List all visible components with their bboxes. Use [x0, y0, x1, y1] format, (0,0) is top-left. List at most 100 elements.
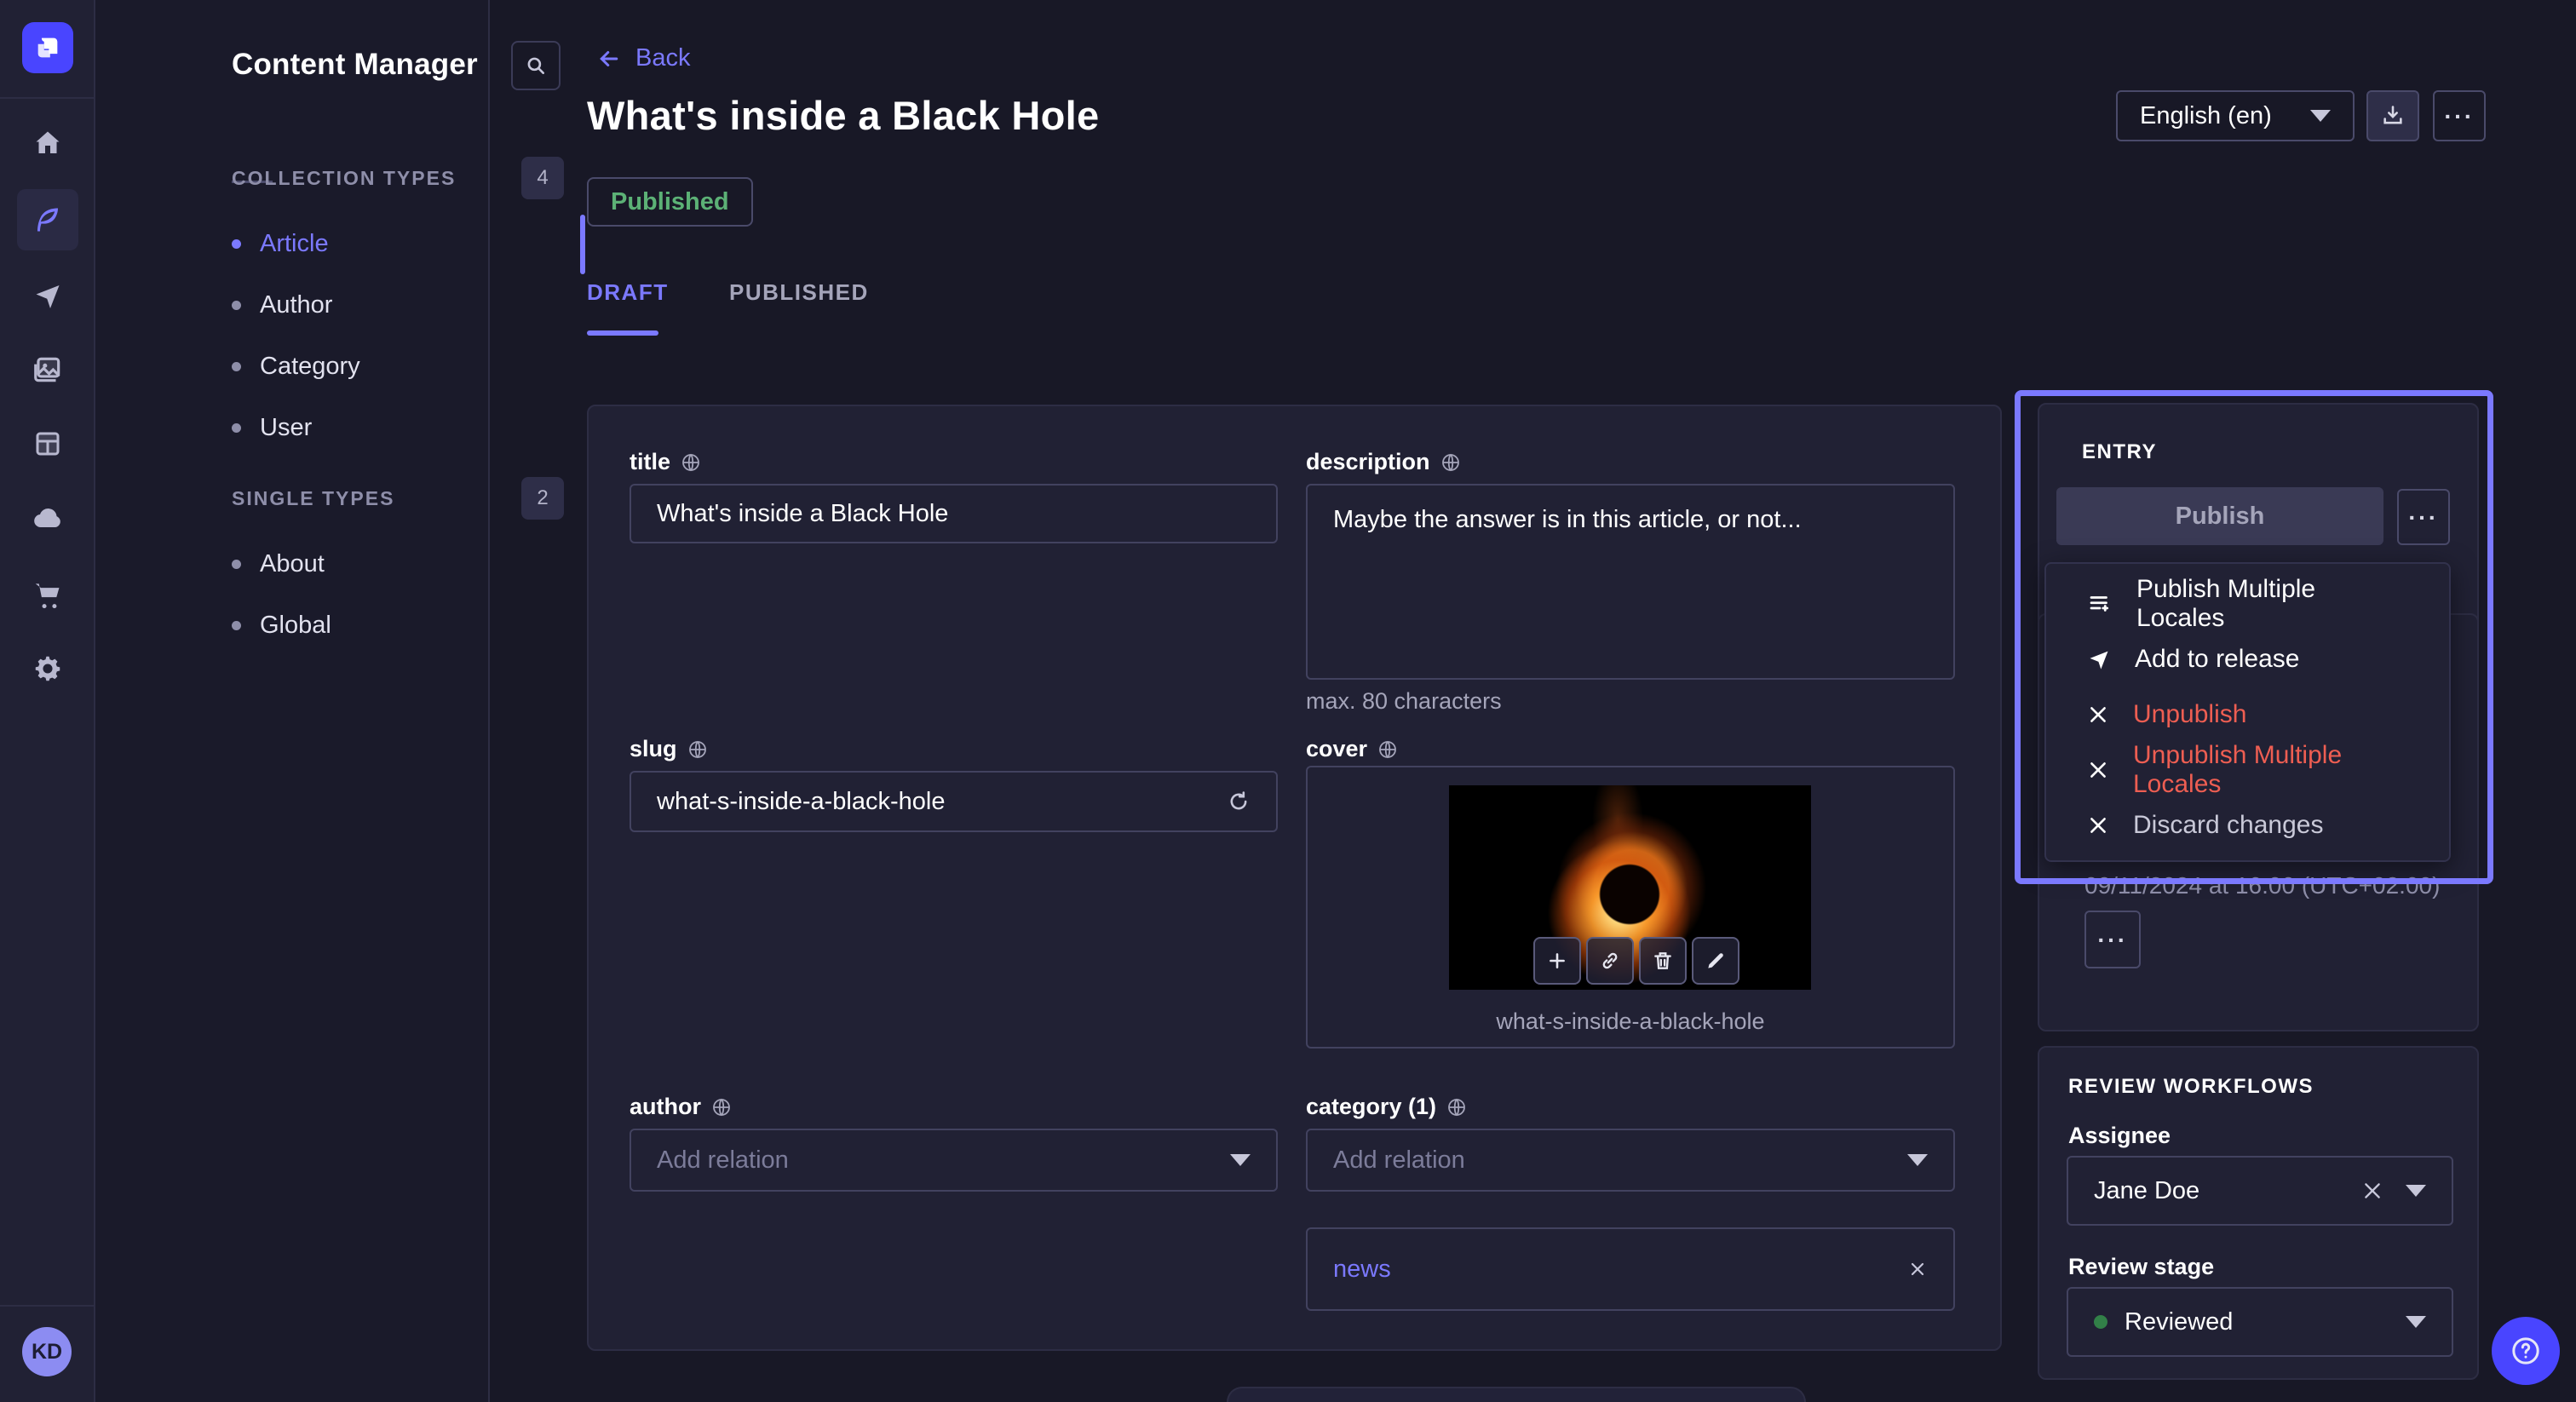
clear-assignee-icon[interactable] — [2361, 1180, 2383, 1202]
sidebar-item-global[interactable]: Global — [232, 601, 555, 649]
globe-icon — [687, 739, 708, 760]
chevron-down-icon — [2406, 1185, 2426, 1197]
tab-published[interactable]: PUBLISHED — [729, 279, 869, 306]
back-label: Back — [635, 44, 690, 72]
x-icon — [2087, 704, 2109, 726]
slug-field-label: slug — [630, 736, 708, 762]
remove-relation-icon[interactable] — [1907, 1259, 1928, 1279]
slug-input[interactable]: what-s-inside-a-black-hole — [630, 771, 1278, 832]
search-icon — [525, 55, 547, 77]
media-library-icon[interactable] — [0, 342, 95, 397]
review-stage-select[interactable]: Reviewed — [2067, 1287, 2453, 1357]
description-hint: max. 80 characters — [1306, 688, 1502, 715]
menu-item-publish-multiple-locales[interactable]: Publish Multiple Locales — [2046, 576, 2449, 631]
sidebar-item-category[interactable]: Category — [232, 342, 555, 390]
bullet-icon — [232, 423, 241, 433]
title-input[interactable]: What's inside a Black Hole — [630, 484, 1278, 543]
nav-rail: KD — [0, 0, 95, 1402]
bottom-panel-peek — [1227, 1387, 1806, 1402]
chevron-down-icon — [1907, 1154, 1928, 1166]
title-value: What's inside a Black Hole — [657, 500, 948, 528]
content-type-builder-icon[interactable] — [0, 417, 95, 471]
review-panel-title: REVIEW WORKFLOWS — [2068, 1075, 2314, 1099]
delete-media-button[interactable] — [1639, 937, 1687, 985]
menu-item-label: Publish Multiple Locales — [2136, 575, 2408, 633]
publish-button[interactable]: Publish — [2056, 487, 2383, 545]
single-types-count-badge: 2 — [521, 477, 564, 520]
menu-item-unpublish-multiple-locales[interactable]: Unpublish Multiple Locales — [2046, 742, 2449, 797]
menu-item-unpublish[interactable]: Unpublish — [2046, 687, 2449, 742]
question-mark-icon — [2509, 1334, 2543, 1368]
paper-plane-icon — [2087, 647, 2111, 671]
collection-types-count-badge: 4 — [521, 157, 564, 199]
globe-icon — [1446, 1097, 1467, 1118]
cloud-icon[interactable] — [0, 491, 95, 546]
x-icon — [2087, 814, 2109, 836]
review-stage-value: Reviewed — [2125, 1308, 2233, 1336]
sidebar-item-label: User — [260, 414, 312, 442]
user-avatar[interactable]: KD — [22, 1327, 72, 1376]
add-media-button[interactable] — [1533, 937, 1581, 985]
releases-icon[interactable] — [0, 268, 95, 323]
x-icon — [2087, 759, 2109, 781]
published-date: 09/11/2024 at 16:00 (UTC+02:00) — [2084, 872, 2440, 899]
active-item-indicator — [580, 215, 585, 274]
app-window: KD Content Manager COLLECTION TYPES 4 Ar… — [0, 0, 2576, 1402]
description-textarea[interactable]: Maybe the answer is in this article, or … — [1306, 484, 1955, 680]
content-manager-icon[interactable] — [17, 189, 78, 250]
description-value: Maybe the answer is in this article, or … — [1333, 506, 1802, 534]
details-more-button[interactable]: ... — [2084, 911, 2141, 968]
sidebar-item-about[interactable]: About — [232, 540, 555, 588]
menu-item-discard-changes[interactable]: Discard changes — [2046, 797, 2449, 853]
sidebar-item-label: Global — [260, 612, 331, 640]
download-icon — [2381, 104, 2405, 128]
rail-divider — [0, 97, 95, 99]
tab-draft[interactable]: DRAFT — [587, 279, 669, 306]
chevron-down-icon — [2406, 1316, 2426, 1328]
sidebar-item-label: Author — [260, 291, 332, 319]
sidebar-item-user[interactable]: User — [232, 404, 555, 451]
category-relation-item: news — [1306, 1227, 1955, 1311]
category-field-label: category (1) — [1306, 1094, 1467, 1120]
settings-gear-icon[interactable] — [0, 641, 95, 696]
sidebar-item-author[interactable]: Author — [232, 281, 555, 329]
copy-link-button[interactable] — [1586, 937, 1634, 985]
author-placeholder: Add relation — [657, 1146, 789, 1175]
bullet-icon — [232, 239, 241, 249]
relation-link-news[interactable]: news — [1333, 1255, 1391, 1284]
section-collection-types: COLLECTION TYPES — [232, 167, 456, 190]
bullet-icon — [232, 301, 241, 310]
entry-more-button[interactable]: ... — [2397, 489, 2450, 545]
sidebar-item-label: Category — [260, 353, 360, 381]
arrow-left-icon — [596, 46, 622, 72]
slug-value: what-s-inside-a-black-hole — [657, 788, 945, 816]
menu-item-add-to-release[interactable]: Add to release — [2046, 631, 2449, 687]
category-relation-select[interactable]: Add relation — [1306, 1129, 1955, 1192]
assignee-combobox[interactable]: Jane Doe — [2067, 1156, 2453, 1226]
assignee-label: Assignee — [2068, 1123, 2171, 1149]
help-button[interactable] — [2492, 1317, 2560, 1385]
bullet-icon — [232, 560, 241, 569]
link-icon — [1599, 950, 1621, 972]
export-button[interactable] — [2366, 90, 2419, 141]
active-tab-indicator — [587, 330, 658, 336]
home-icon[interactable] — [0, 116, 95, 170]
review-stage-label: Review stage — [2068, 1254, 2214, 1280]
description-field-label: description — [1306, 449, 1461, 475]
regenerate-icon[interactable] — [1227, 790, 1251, 813]
locale-value: English (en) — [2140, 102, 2272, 130]
marketplace-cart-icon[interactable] — [0, 567, 95, 622]
locale-select[interactable]: English (en) — [2116, 90, 2355, 141]
author-relation-select[interactable]: Add relation — [630, 1129, 1278, 1192]
search-button[interactable] — [511, 41, 561, 90]
back-link[interactable]: Back — [596, 44, 690, 72]
rail-bottom-divider — [0, 1305, 95, 1307]
edit-media-button[interactable] — [1692, 937, 1739, 985]
sidebar-item-article[interactable]: Article — [232, 220, 555, 267]
status-badge: Published — [587, 177, 753, 227]
header-more-button[interactable]: ... — [2433, 90, 2486, 141]
sidebar-title: Content Manager — [232, 48, 478, 82]
bullet-icon — [232, 621, 241, 630]
sidebar-item-label: About — [260, 550, 325, 578]
strapi-logo[interactable] — [22, 22, 73, 73]
